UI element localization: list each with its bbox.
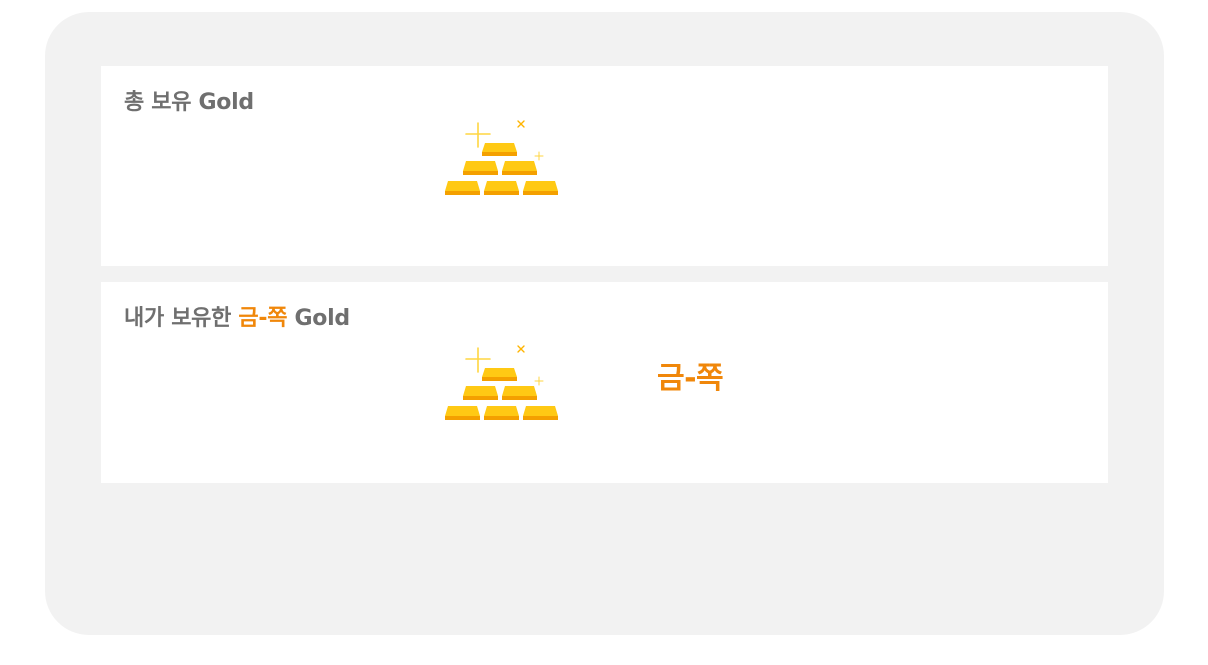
- my-gold-card: 내가 보유한 금-쪽 Gold 금-쪽: [101, 282, 1108, 483]
- gold-bars-icon: [445, 120, 558, 195]
- my-gold-title-highlight: 금-쪽: [238, 306, 288, 331]
- total-gold-title-prefix: 총 보유: [124, 90, 192, 115]
- my-gold-title-suffix: Gold: [294, 306, 351, 331]
- my-gold-value: 금-쪽: [657, 361, 724, 396]
- my-gold-title-prefix: 내가 보유한: [124, 306, 232, 331]
- total-gold-card: 총 보유 Gold: [101, 66, 1108, 266]
- total-gold-title-suffix: Gold: [198, 90, 255, 115]
- total-gold-title: 총 보유 Gold: [124, 84, 254, 116]
- my-gold-title: 내가 보유한 금-쪽 Gold: [124, 300, 350, 332]
- gold-bars-icon: [445, 345, 558, 420]
